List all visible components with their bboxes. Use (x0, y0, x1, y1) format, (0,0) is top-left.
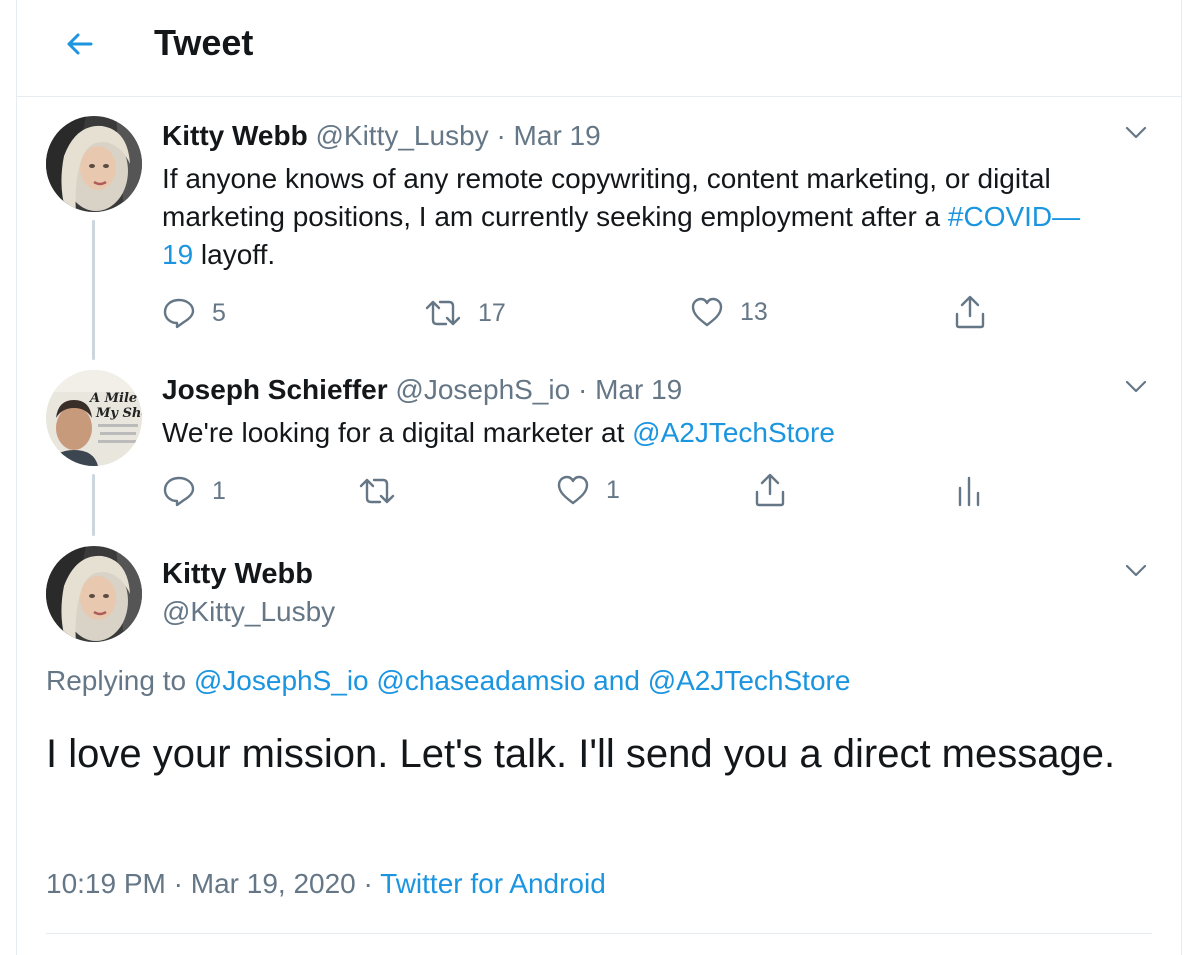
avatar[interactable] (46, 116, 142, 212)
share-button[interactable] (952, 294, 988, 330)
divider (46, 933, 1152, 934)
heart-icon (557, 475, 589, 505)
page-header: Tweet (17, 0, 1181, 97)
tweet-header: Joseph Schieffer @JosephS_io · Mar 19 (162, 374, 682, 406)
reply-count: 5 (212, 298, 226, 327)
reply-count: 1 (212, 476, 226, 505)
replying-label: Replying to (46, 665, 194, 696)
reply-icon (163, 298, 195, 329)
like-count: 1 (606, 475, 620, 504)
retweet-button[interactable] (358, 474, 396, 508)
separator: · (363, 868, 373, 899)
author-handle[interactable]: @Kitty_Lusby (315, 120, 488, 151)
separator: · (577, 374, 588, 405)
profile-photo (46, 116, 142, 212)
hashtag-text: 19 (162, 239, 194, 270)
chevron-down-icon[interactable] (1122, 556, 1150, 584)
tweet-full-date[interactable]: Mar 19, 2020 (191, 868, 356, 899)
retweet-icon (425, 300, 461, 326)
share-button[interactable] (752, 472, 788, 508)
profile-photo: A Mile i My Shoe (46, 370, 142, 466)
column-border-right (1181, 0, 1182, 955)
author-handle[interactable]: @JosephS_io (395, 374, 570, 405)
and-label: and (585, 665, 648, 696)
replying-to: Replying to @JosephS_io @chaseadamsio an… (46, 665, 850, 697)
retweet-button[interactable]: 17 (424, 296, 506, 330)
like-button[interactable]: 13 (690, 296, 768, 328)
mention-link[interactable]: @chaseadamsio (376, 665, 585, 696)
author-name[interactable]: Kitty Webb (162, 558, 313, 591)
tweet-date[interactable]: Mar 19 (514, 120, 601, 151)
arrow-left-icon (67, 33, 93, 55)
chevron-down-icon[interactable] (1122, 372, 1150, 400)
thread-connector (92, 474, 95, 536)
tweet-meta: 10:19 PM · Mar 19, 2020 · Twitter for An… (46, 868, 606, 900)
reply-button[interactable]: 1 (162, 474, 226, 508)
tweet-text-part: We're looking for a digital marketer at (162, 417, 633, 448)
tweet-time[interactable]: 10:19 PM (46, 868, 166, 899)
mention-link[interactable]: @A2JTechStore (648, 665, 851, 696)
column-border-left (16, 0, 17, 955)
main-tweet-text: I love your mission. Let's talk. I'll se… (46, 732, 1116, 776)
tweet-date[interactable]: Mar 19 (595, 374, 682, 405)
svg-text:My Shoe: My Shoe (95, 406, 142, 421)
heart-icon (691, 297, 723, 327)
share-icon (755, 473, 785, 507)
retweet-icon (359, 478, 395, 504)
analytics-icon (958, 476, 980, 507)
tweet-text-part: layoff. (193, 239, 276, 270)
author-name[interactable]: Joseph Schieffer (162, 374, 388, 405)
svg-text:A Mile i: A Mile i (88, 391, 142, 406)
mention-link[interactable]: @JosephS_io (194, 665, 369, 696)
separator: · (496, 120, 506, 151)
back-button[interactable] (59, 20, 99, 68)
tweet-source-link[interactable]: Twitter for Android (380, 868, 606, 899)
thread-connector (92, 220, 95, 360)
profile-photo (46, 546, 142, 642)
page-title: Tweet (154, 22, 254, 63)
like-button[interactable]: 1 (556, 474, 620, 506)
reply-icon (163, 476, 195, 507)
avatar[interactable] (46, 546, 142, 642)
analytics-button[interactable] (956, 474, 982, 508)
chevron-down-icon[interactable] (1122, 118, 1150, 146)
tweet-text: We're looking for a digital marketer at … (162, 414, 1152, 452)
author-handle[interactable]: @Kitty_Lusby (162, 596, 335, 628)
mention-link[interactable]: @A2JTechStore (632, 417, 835, 448)
separator: · (173, 868, 183, 899)
avatar[interactable]: A Mile i My Shoe (46, 370, 142, 466)
share-icon (955, 295, 985, 329)
retweet-count: 17 (478, 298, 506, 327)
author-name[interactable]: Kitty Webb (162, 120, 308, 151)
like-count: 13 (740, 297, 768, 326)
tweet-header: Kitty Webb @Kitty_Lusby · Mar 19 (162, 120, 601, 152)
tweet-text-part: If anyone knows of any remote copywritin… (162, 163, 1051, 232)
tweet-text: If anyone knows of any remote copywritin… (162, 160, 1152, 274)
hashtag-text: #COVID— (947, 201, 1081, 232)
reply-button[interactable]: 5 (162, 296, 226, 330)
